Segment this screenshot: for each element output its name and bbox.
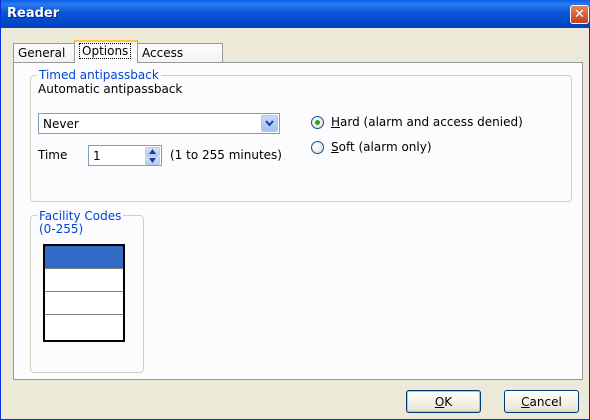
tab-general[interactable]: General xyxy=(13,43,75,62)
ok-label: K xyxy=(444,394,453,409)
time-label: Time xyxy=(38,148,68,162)
facility-code-row[interactable] xyxy=(45,246,123,269)
tab-options[interactable]: Options xyxy=(74,40,138,63)
reader-dialog: Reader ✕ General Options Access event Ti… xyxy=(0,0,590,420)
cancel-label: ancel xyxy=(529,394,562,409)
radio-soft-mnemonic: S xyxy=(331,140,339,154)
facility-codes-title: Facility Codes (0-255) xyxy=(37,210,124,236)
facility-codes-title-line2: (0-255) xyxy=(39,222,84,236)
close-button[interactable]: ✕ xyxy=(570,5,589,24)
tab-options-label: Options xyxy=(79,43,132,59)
time-range-hint: (1 to 255 minutes) xyxy=(170,148,282,162)
facility-code-row[interactable] xyxy=(45,269,123,292)
facility-code-row[interactable] xyxy=(45,292,123,315)
window-title: Reader xyxy=(7,6,60,21)
close-icon: ✕ xyxy=(574,7,585,22)
time-value: 1 xyxy=(93,149,101,163)
timed-antipassback-title: Timed antipassback xyxy=(37,68,161,82)
radio-soft[interactable] xyxy=(311,141,324,154)
spin-up-button[interactable] xyxy=(145,147,160,156)
time-spinner[interactable]: 1 xyxy=(88,145,162,166)
automatic-antipassback-label: Automatic antipassback xyxy=(38,82,183,96)
facility-code-row[interactable] xyxy=(45,315,123,338)
radio-soft-label[interactable]: Soft (alarm only) xyxy=(331,140,432,154)
radio-hard-mnemonic: H xyxy=(331,115,341,129)
radio-hard-text: ard (alarm and access denied) xyxy=(340,115,523,129)
options-tab-panel: Timed antipassback Automatic antipassbac… xyxy=(13,62,583,380)
tab-access-event[interactable]: Access event xyxy=(137,43,223,74)
dropdown-arrow-button[interactable] xyxy=(261,115,278,132)
automatic-antipassback-select[interactable]: Never xyxy=(38,113,280,134)
radio-hard[interactable] xyxy=(311,116,324,129)
radio-hard-label[interactable]: Hard (alarm and access denied) xyxy=(331,115,523,129)
automatic-antipassback-value: Never xyxy=(43,117,79,131)
arrow-up-icon xyxy=(149,149,156,154)
ok-mnemonic: O xyxy=(434,394,445,409)
chevron-down-icon xyxy=(265,120,274,127)
cancel-mnemonic: C xyxy=(521,394,530,409)
tab-general-label: General xyxy=(18,46,66,60)
cancel-button[interactable]: Cancel xyxy=(504,390,579,413)
ok-button[interactable]: OK xyxy=(406,390,481,413)
radio-soft-text: oft (alarm only) xyxy=(338,140,432,154)
spin-down-button[interactable] xyxy=(145,156,160,165)
title-bar[interactable]: Reader ✕ xyxy=(1,0,590,28)
timed-antipassback-group: Timed antipassback Automatic antipassbac… xyxy=(30,69,572,202)
facility-codes-list[interactable] xyxy=(43,244,125,342)
arrow-down-icon xyxy=(149,158,156,163)
